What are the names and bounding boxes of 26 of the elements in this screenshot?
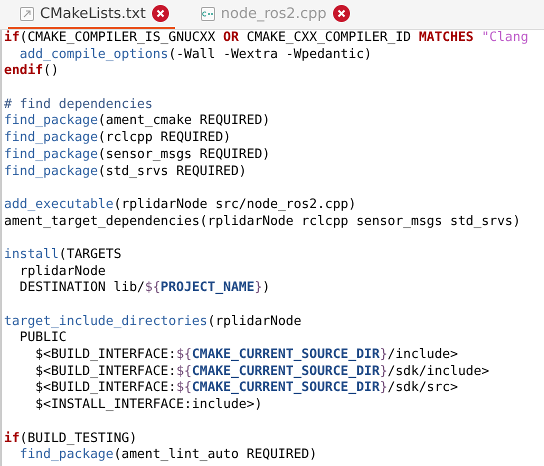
editor-tab[interactable]: CMakeLists.txt — [8, 0, 175, 29]
code-line: find_package(std_srvs REQUIRED) — [4, 164, 247, 180]
close-icon[interactable] — [152, 5, 169, 22]
code-line: find_package(ament_lint_auto REQUIRED) — [20, 447, 318, 464]
code-line: find_package(rclcpp REQUIRED) — [4, 130, 231, 147]
code-line: rplidarNode — [20, 264, 106, 280]
code-line: DESTINATION lib/${PROJECT_NAME}) — [20, 280, 270, 297]
code-line: ament_target_dependencies(rplidarNode rclcpp sensor_msgs std_srvs) — [4, 214, 521, 230]
code-line: add_executable(rplidarNode src/node_ros2.cpp) — [4, 196, 356, 214]
code-line: $<BUILD_INTERFACE:${CMAKE_CURRENT_SOURCE_DIR}/sdk/include> — [35, 364, 490, 380]
code-line: $<INSTALL_INTERFACE:include>) — [35, 397, 262, 414]
code-line: add_compile_options(-Wall -Wextra -Wpedantic) — [20, 46, 372, 63]
code-line: $<BUILD_INTERFACE:${CMAKE_CURRENT_SOURCE_DIR}/sdk/src> — [35, 380, 458, 398]
code-line: endif() — [4, 63, 59, 80]
code-line: # find dependencies — [4, 96, 153, 114]
file-icon — [20, 6, 34, 20]
code-line: if(CMAKE_COMPILER_IS_GNUCXX OR CMAKE_CXX_COMPILER_ID MATCHES "Clang — [4, 30, 528, 47]
cpp-file-icon — [200, 6, 215, 20]
code-line: target_include_directories(rplidarNode — [4, 314, 302, 330]
code-line: $<BUILD_INTERFACE:${CMAKE_CURRENT_SOURCE_DIR}/include> — [35, 347, 458, 364]
code-line: find_package(ament_cmake REQUIRED) — [4, 113, 270, 130]
code-line: install(TARGETS — [4, 246, 122, 264]
code-line: find_package(sensor_msgs REQUIRED) — [4, 146, 270, 164]
code-line: if(BUILD_TESTING) — [4, 430, 138, 448]
close-icon[interactable] — [332, 5, 350, 22]
code-line: PUBLIC — [20, 330, 67, 348]
